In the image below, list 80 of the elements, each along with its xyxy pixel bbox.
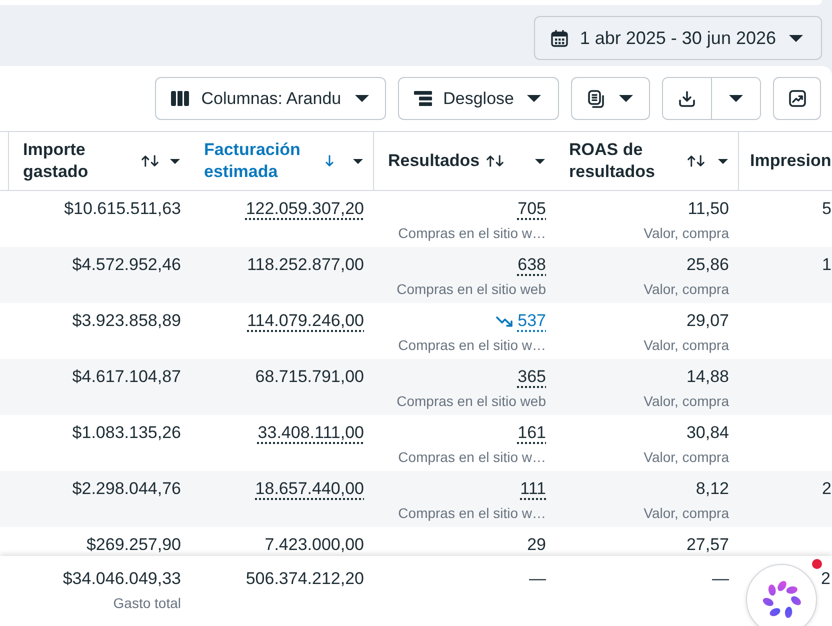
cell-value: 118.252.877,00: [247, 255, 364, 275]
cell-value: 365: [518, 367, 546, 387]
column-header[interactable]: ROAS de resultados: [569, 138, 681, 184]
sort-icon[interactable]: [141, 155, 159, 167]
columns-button[interactable]: Columnas: Arandu: [155, 77, 386, 120]
cell-value: 5: [822, 199, 832, 218]
column-header[interactable]: Facturación estimada: [204, 138, 316, 184]
cell-caption: Valor, compra: [644, 336, 729, 354]
bars-icon: [414, 91, 432, 106]
cell-value: 111: [520, 479, 546, 499]
line-chart-icon: [789, 90, 806, 107]
caret-down-icon[interactable]: [353, 158, 363, 164]
cell-caption: Compras en el sitio w…: [398, 448, 546, 466]
download-icon: [679, 90, 695, 106]
sort-down-icon[interactable]: [325, 155, 334, 167]
cell-value: $269.257,90: [86, 535, 181, 555]
cell-value: $2.298.044,76: [72, 479, 181, 499]
cell-value: 1: [822, 255, 832, 274]
cell-caption: Compras en el sitio web: [396, 392, 546, 410]
cell-caption: Valor, compra: [644, 448, 729, 466]
column-header[interactable]: Impresion: [750, 150, 832, 172]
cell-caption: Valor, compra: [644, 280, 729, 298]
cell-value: 29,07: [686, 311, 729, 331]
cell-value: 11,50: [688, 199, 729, 219]
caret-down-icon: [619, 95, 633, 102]
caret-down-icon: [729, 95, 743, 102]
total-value: —: [712, 569, 729, 589]
document-stack-icon: [588, 90, 605, 108]
cell-value: 18.657.440,00: [255, 479, 364, 499]
cell-caption: Compras en el sitio web: [396, 280, 546, 298]
caret-down-icon[interactable]: [718, 158, 728, 164]
cell-value: 537: [518, 311, 546, 331]
cell-value: 25,86: [686, 255, 729, 275]
cell-value: 14,88: [686, 367, 729, 387]
total-caption: Gasto total: [113, 594, 181, 612]
total-value: $34.046.049,33: [62, 569, 181, 589]
cell-value: 705: [518, 199, 546, 219]
cell-value: $4.572.952,46: [72, 255, 181, 275]
columns-icon: [171, 91, 190, 106]
cell-value: $1.083.135,26: [72, 423, 181, 443]
cell-value: 8,12: [696, 479, 729, 499]
cell-caption: Compras en el sitio w…: [398, 504, 546, 522]
total-value: 2: [821, 569, 830, 588]
caret-down-icon[interactable]: [535, 158, 545, 164]
cell-value: 30,84: [686, 423, 729, 443]
cell-caption: Compras en el sitio w…: [398, 224, 546, 242]
total-value: 506.374.212,20: [246, 569, 364, 589]
cell-value: 122.059.307,20: [246, 199, 364, 219]
column-header[interactable]: Resultados: [388, 150, 480, 172]
caret-down-icon: [527, 95, 541, 102]
caret-down-icon[interactable]: [170, 158, 180, 164]
caret-down-icon: [789, 34, 803, 42]
cell-value: $4.617.104,87: [72, 367, 181, 387]
reports-button[interactable]: [571, 77, 650, 120]
charts-button[interactable]: [773, 77, 821, 120]
cell-value: $3.923.858,89: [72, 311, 181, 331]
sort-icon[interactable]: [687, 155, 705, 167]
cell-value: 2: [822, 479, 832, 498]
calendar-icon: [550, 30, 568, 46]
cell-value: 114.079.246,00: [247, 311, 364, 331]
cell-value: 27,57: [686, 535, 729, 555]
cell-value: 68.715.791,00: [255, 367, 364, 387]
flower-icon: [762, 580, 802, 620]
sort-icon[interactable]: [486, 155, 504, 167]
total-value: —: [529, 569, 546, 589]
breakdown-button[interactable]: Desglose: [398, 77, 559, 120]
date-range-button[interactable]: 1 abr 2025 - 30 jun 2026: [534, 16, 822, 60]
cell-value: 638: [518, 255, 546, 275]
cell-caption: Valor, compra: [644, 224, 729, 242]
cell-caption: Valor, compra: [644, 504, 729, 522]
column-header[interactable]: Importe gastado: [23, 138, 135, 184]
cell-value: $10.615.511,63: [64, 199, 181, 219]
caret-down-icon: [355, 95, 370, 102]
cell-value: 161: [518, 423, 546, 443]
cell-caption: Valor, compra: [644, 392, 729, 410]
cell-value: 7.423.000,00: [264, 535, 364, 555]
cell-value: 33.408.111,00: [258, 423, 364, 443]
cell-caption: Compras en el sitio w…: [398, 336, 546, 354]
cell-value: 29: [527, 535, 546, 555]
assistant-button[interactable]: [746, 564, 817, 626]
